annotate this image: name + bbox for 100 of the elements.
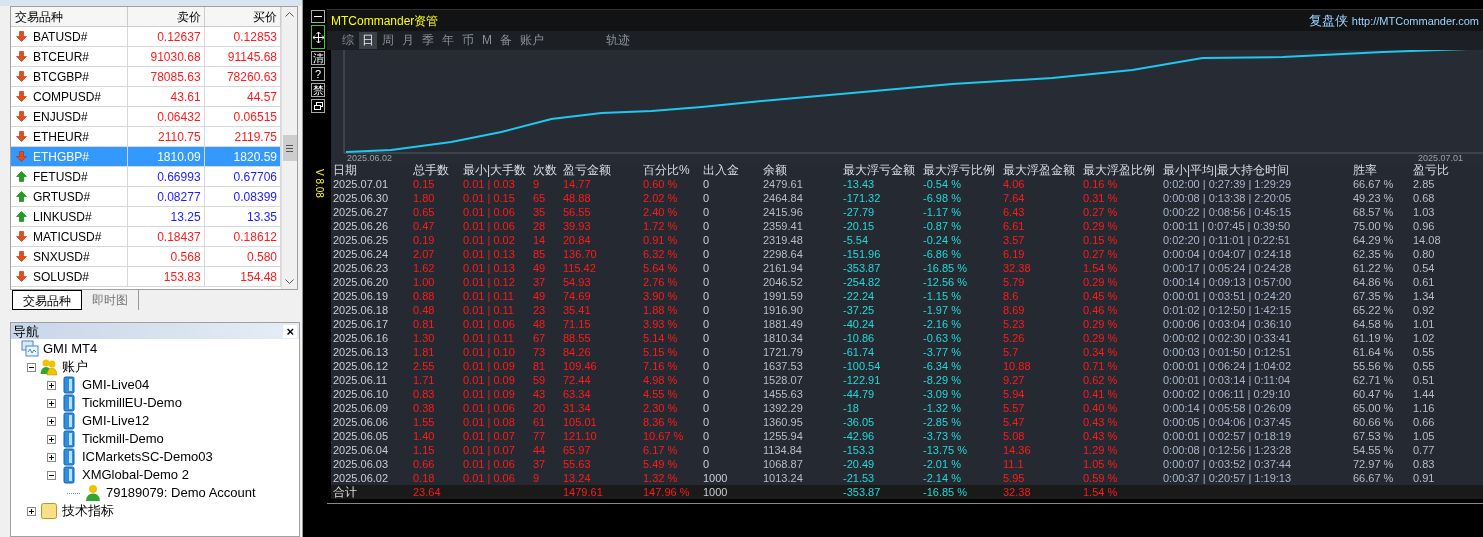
close-button[interactable]: × xyxy=(283,324,297,338)
table-cell: 1.54 % xyxy=(1083,262,1118,274)
column-header[interactable]: 卖价 xyxy=(128,7,205,27)
table-cell: 3.57 xyxy=(1003,234,1025,246)
table-cell: 1134.84 xyxy=(763,444,802,456)
symbol-row[interactable]: SOLUSD# 153.83 154.48 xyxy=(11,267,281,287)
tool-button[interactable]: 禁 xyxy=(311,83,325,97)
period-tab[interactable]: 月 xyxy=(399,32,417,49)
period-tab[interactable]: 账户 xyxy=(517,32,547,49)
period-tab[interactable]: 轨迹 xyxy=(603,32,633,49)
expand-icon[interactable] xyxy=(47,452,56,462)
tree-item[interactable]: GMI-Live12 xyxy=(82,411,150,431)
table-cell: 1.02 xyxy=(1413,332,1435,344)
table-cell: 5.23 xyxy=(1003,318,1025,330)
table-cell: 0.01 | 0.11 xyxy=(463,290,514,302)
period-tab[interactable]: 备 xyxy=(497,32,515,49)
table-cell: 43 xyxy=(533,388,546,400)
symbol-row[interactable]: LINKUSD# 13.25 13.35 xyxy=(11,207,281,227)
period-tab[interactable]: 周 xyxy=(379,32,397,49)
tree-item[interactable]: ICMarketsSC-Demo03 xyxy=(82,447,213,467)
column-header: 余额 xyxy=(763,164,787,176)
scrollbar[interactable] xyxy=(281,7,297,289)
symbol-row[interactable]: MATICUSD# 0.18437 0.18612 xyxy=(11,227,281,247)
table-cell: 1.80 xyxy=(413,192,435,204)
symbol-row[interactable]: SNXUSD# 0.568 0.580 xyxy=(11,247,281,267)
table-cell: 2025.06.19 xyxy=(333,290,389,302)
symbol-row[interactable]: BATUSD# 0.12637 0.12853 xyxy=(11,27,281,47)
table-cell: 2.85 xyxy=(1413,178,1435,190)
tool-button[interactable]: 清 xyxy=(311,51,325,65)
table-cell: 49 xyxy=(533,262,546,274)
period-tab[interactable]: 币 xyxy=(459,32,477,49)
table-cell: 64.86 % xyxy=(1353,276,1394,288)
table-cell: 2464.84 xyxy=(763,192,803,204)
symbol-row[interactable]: ENJUSD# 0.06432 0.06515 xyxy=(11,107,281,127)
table-cell: 13.24 xyxy=(563,472,591,484)
restore-button[interactable] xyxy=(311,99,325,113)
table-cell: 37 xyxy=(533,458,546,470)
scroll-thumb[interactable] xyxy=(282,135,297,161)
symbol-row[interactable]: GRTUSD# 0.08277 0.08399 xyxy=(11,187,281,207)
expand-icon[interactable] xyxy=(47,380,56,390)
table-cell: 0.16 % xyxy=(1083,178,1118,190)
table-cell: 0:00:14 | 0:09:13 | 0:57:00 xyxy=(1163,276,1292,288)
period-tab[interactable]: 综 xyxy=(339,32,357,49)
period-tab[interactable]: 日 xyxy=(359,32,377,49)
table-cell: 67.35 % xyxy=(1353,290,1394,302)
table-cell: 0 xyxy=(703,206,710,218)
table-cell: 0.29 % xyxy=(1083,318,1118,330)
expand-icon[interactable] xyxy=(47,416,56,426)
table-cell: 2025.06.18 xyxy=(333,304,389,316)
table-cell: 0.91 % xyxy=(643,234,678,246)
table-cell: 0.01 | 0.06 xyxy=(463,472,515,484)
tree-item[interactable]: GMI MT4 xyxy=(43,339,98,359)
table-cell: 5.49 % xyxy=(643,458,678,470)
tree-item[interactable]: GMI-Live04 xyxy=(82,375,150,395)
website-link[interactable]: http://MTCommander.com xyxy=(1351,12,1479,30)
period-tab[interactable]: M xyxy=(479,32,495,49)
column-header: 盈亏比 xyxy=(1413,164,1449,176)
scroll-down-icon[interactable] xyxy=(285,279,294,285)
tree-item[interactable]: Tickmill-Demo xyxy=(82,429,164,449)
table-cell: -13.75 % xyxy=(923,444,968,456)
symbol-row[interactable]: ETHEUR# 2110.75 2119.75 xyxy=(11,127,281,147)
server-icon xyxy=(60,466,78,484)
column-header[interactable]: 买价 xyxy=(204,7,281,27)
symbol-row[interactable]: COMPUSD# 43.61 44.57 xyxy=(11,87,281,107)
symbol-row[interactable]: BTCGBP# 78085.63 78260.63 xyxy=(11,67,281,87)
tree-item[interactable]: XMGlobal-Demo 2 xyxy=(82,465,189,485)
collapse-icon[interactable] xyxy=(47,470,56,480)
table-cell: 1528.07 xyxy=(763,374,803,386)
tree-item[interactable]: TickmillEU-Demo xyxy=(82,393,182,413)
table-cell: 2479.61 xyxy=(763,178,803,190)
tree-item[interactable]: 79189079: Demo Account xyxy=(106,483,256,503)
table-cell: -12.56 % xyxy=(923,276,968,288)
column-header[interactable]: 交易品种 xyxy=(11,7,129,27)
table-cell: 64.58 % xyxy=(1353,318,1394,330)
symbol-row[interactable]: BTCEUR# 91030.68 91145.68 xyxy=(11,47,281,67)
panel-tab[interactable]: 交易品种 xyxy=(12,290,82,310)
scroll-up-icon[interactable] xyxy=(285,11,294,17)
table-cell: -37.25 xyxy=(843,304,875,316)
table-cell: 0.83 xyxy=(1413,458,1435,470)
expand-icon[interactable] xyxy=(27,506,36,516)
symbol-row[interactable]: FETUSD# 0.66993 0.67706 xyxy=(11,167,281,187)
table-cell: -122.91 xyxy=(843,374,881,386)
server-icon xyxy=(60,376,78,394)
tool-button[interactable]: ? xyxy=(311,67,325,81)
price-value: 0.580 xyxy=(246,248,277,266)
table-cell: 67 xyxy=(533,332,546,344)
tree-item[interactable]: 技术指标 xyxy=(62,501,114,521)
move-button[interactable] xyxy=(311,25,325,49)
period-tab[interactable]: 年 xyxy=(439,32,457,49)
tree-item[interactable]: 账户 xyxy=(62,357,88,377)
minimize-button[interactable] xyxy=(311,10,325,23)
server-icon xyxy=(60,430,78,448)
table-cell: 1.44 xyxy=(1413,388,1435,400)
period-tab[interactable]: 季 xyxy=(419,32,437,49)
table-cell: 1.32 % xyxy=(643,472,678,484)
table-cell: 14 xyxy=(533,234,546,246)
expand-icon[interactable] xyxy=(47,398,56,408)
table-cell: 2025.06.24 xyxy=(333,248,389,260)
expand-icon[interactable] xyxy=(47,434,56,444)
collapse-icon[interactable] xyxy=(27,362,36,372)
